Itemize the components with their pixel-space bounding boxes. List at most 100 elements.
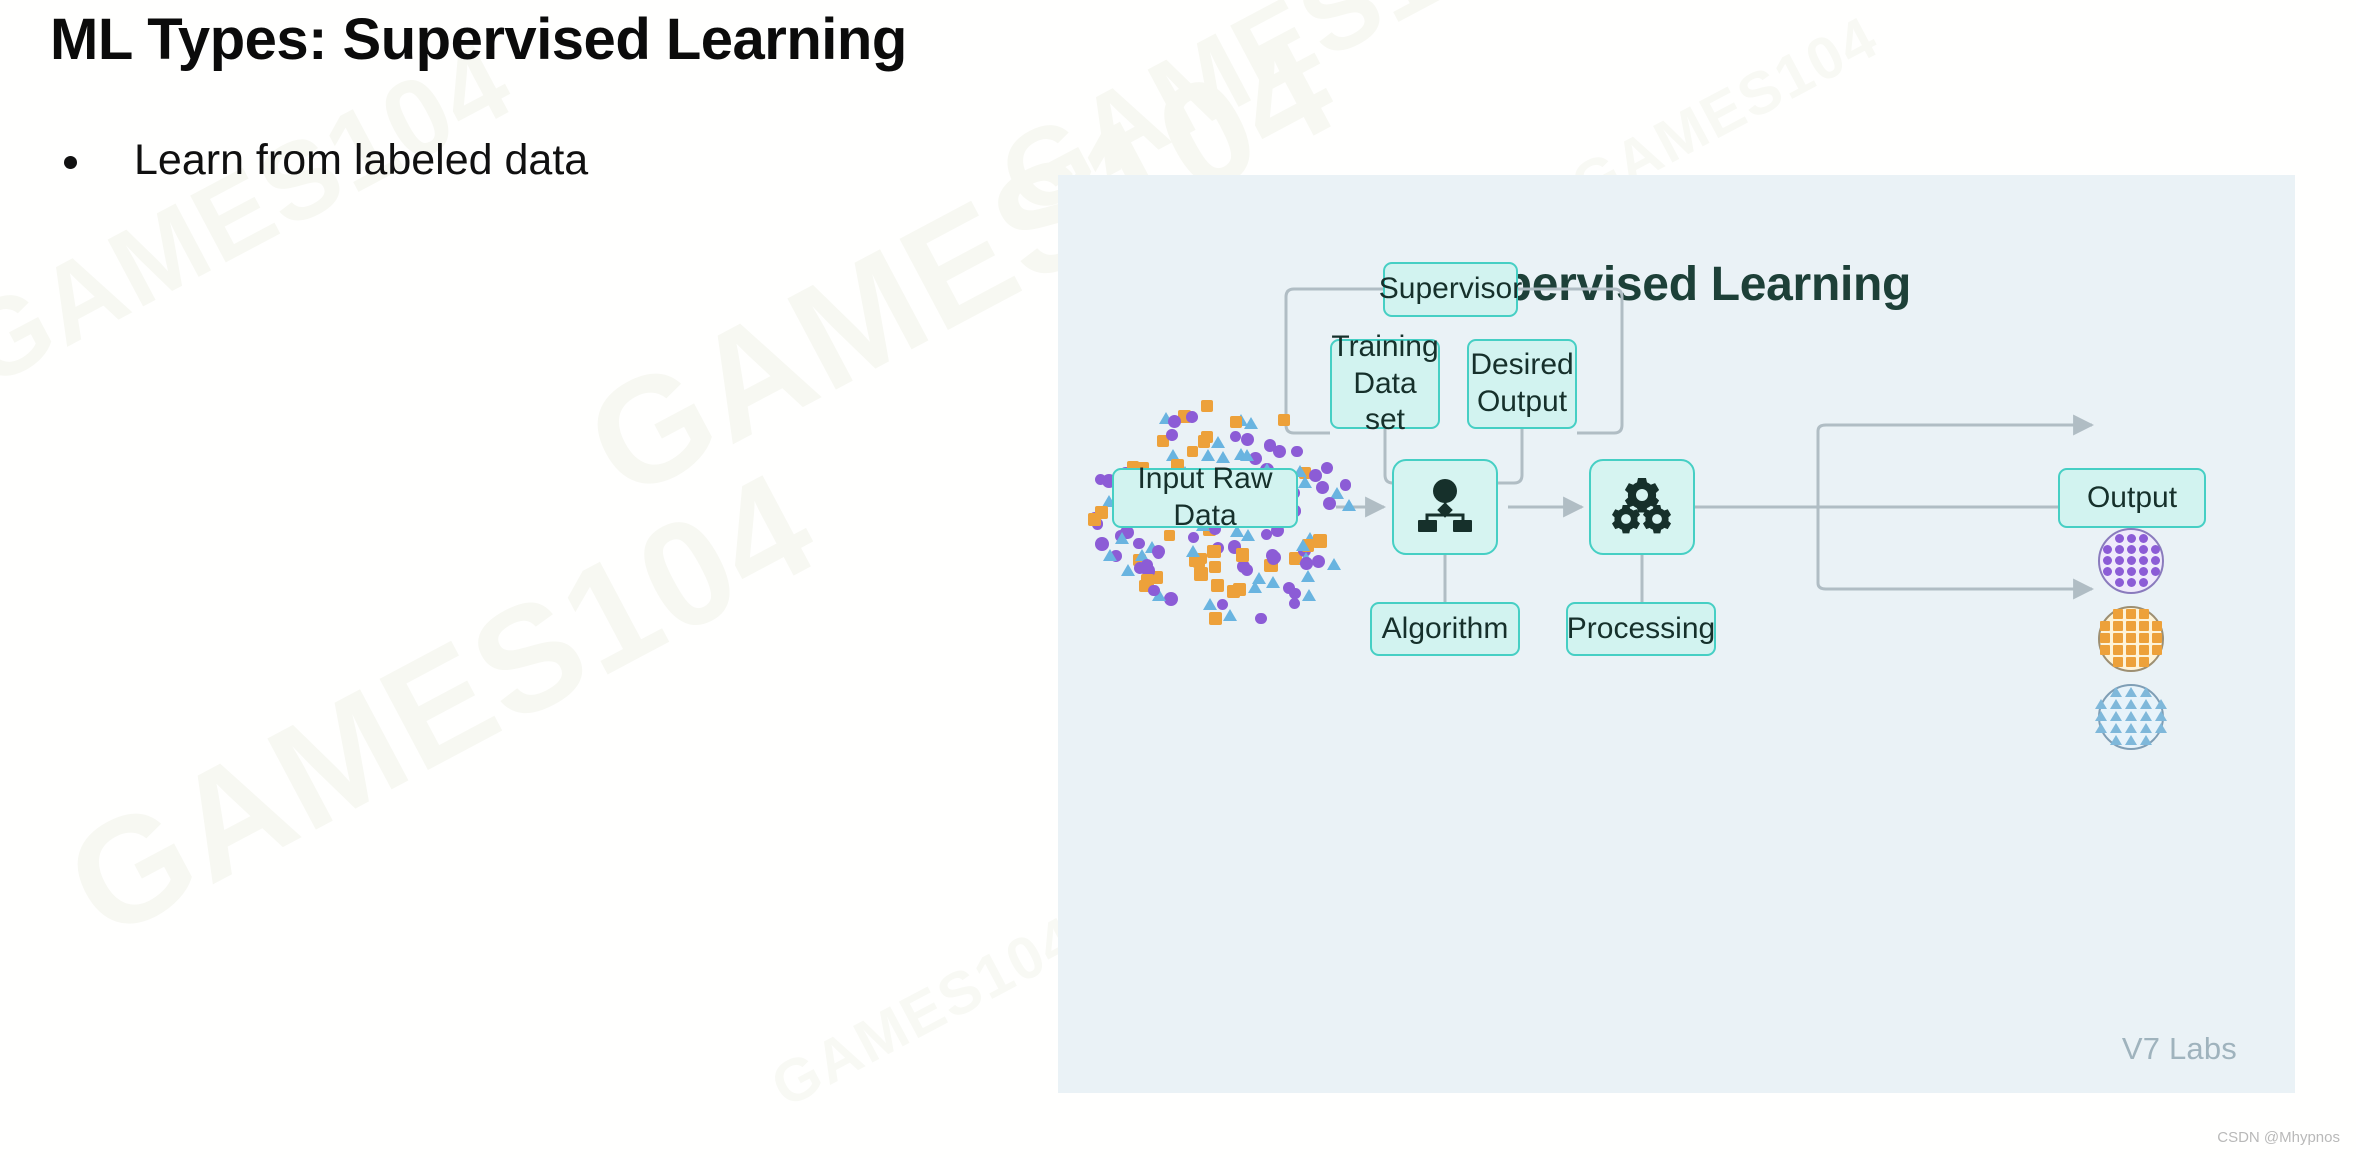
output-shape	[2126, 577, 2136, 587]
output-shape	[2150, 555, 2160, 565]
output-shape	[2100, 645, 2110, 655]
node-label: Input Raw Data	[1137, 462, 1273, 532]
output-shape	[2110, 723, 2122, 733]
scatter-point-triangle	[1185, 545, 1200, 558]
node-input-raw-data[interactable]: Input Raw Data	[1112, 462, 1298, 532]
bullet-dot-icon	[64, 156, 77, 169]
hierarchy-icon	[1418, 479, 1472, 532]
squares-grid	[2100, 609, 2162, 669]
output-shape	[2125, 699, 2137, 709]
node-processing[interactable]: Processing	[1566, 602, 1716, 656]
output-shape	[2139, 633, 2149, 643]
scatter-point-square	[1229, 416, 1243, 429]
node-algorithm[interactable]: Algorithm	[1370, 602, 1520, 656]
shape-row	[2095, 723, 2167, 733]
output-shape	[2126, 566, 2136, 576]
page-title: ML Types: Supervised Learning	[50, 7, 907, 72]
scatter-point-triangle	[1252, 571, 1267, 584]
output-shape	[2100, 621, 2110, 631]
shape-row	[2102, 544, 2160, 554]
output-squares-chip[interactable]	[2098, 606, 2164, 672]
output-shape	[2126, 555, 2136, 565]
scatter-point-square	[1186, 445, 1199, 458]
output-circles-chip[interactable]	[2098, 528, 2164, 594]
output-shape	[2140, 699, 2152, 709]
scatter-point-triangle	[1203, 598, 1218, 611]
scatter-point-square	[1207, 544, 1222, 559]
node-label: Training Data set	[1331, 330, 1439, 437]
output-shape	[2114, 533, 2124, 543]
node-label: Algorithm	[1381, 611, 1509, 645]
output-shape	[2113, 657, 2123, 667]
watermark-text: GAMES104	[760, 903, 1089, 1121]
shape-row	[2110, 687, 2152, 697]
triangles-grid	[2095, 687, 2167, 747]
watermark-text: GAMES104	[40, 438, 841, 971]
node-training-data-set[interactable]: Training Data set	[1330, 330, 1440, 436]
scatter-point-circle	[1320, 462, 1333, 475]
scatter-point-circle	[1164, 592, 1179, 607]
node-supervisor[interactable]: Supervisor	[1379, 262, 1522, 317]
output-shape	[2125, 711, 2137, 721]
output-shape	[2138, 566, 2148, 576]
output-shape	[2139, 645, 2149, 655]
shape-row	[2100, 645, 2162, 655]
slide-canvas: GAMES104 GAMES104 GAMES104 GAMES104 GAME…	[0, 0, 2356, 1158]
output-shape	[2113, 609, 2123, 619]
csdn-watermark: CSDN @Mhypnos	[2217, 1129, 2340, 1146]
output-shape	[2152, 621, 2162, 631]
output-shape	[2113, 645, 2123, 655]
shape-row	[2102, 555, 2160, 565]
scatter-point-circle	[1185, 411, 1198, 424]
scatter-point-triangle	[1239, 449, 1254, 462]
shape-row	[2102, 566, 2160, 576]
node-label: Processing	[1566, 611, 1716, 645]
bullet-list-item: Learn from labeled data	[64, 136, 588, 185]
scatter-point-square	[1200, 400, 1214, 413]
output-shape	[2113, 621, 2123, 631]
output-shape	[2152, 633, 2162, 643]
shape-row	[2114, 577, 2148, 587]
output-shape	[2114, 577, 2124, 587]
output-shape	[2126, 645, 2136, 655]
node-desired-output[interactable]: Desired Output	[1467, 339, 1577, 429]
output-shape	[2095, 699, 2107, 709]
scatter-point-circle	[1254, 612, 1267, 625]
output-shape	[2102, 566, 2112, 576]
scatter-point-square	[1197, 435, 1210, 448]
node-processing-icon[interactable]	[1589, 459, 1695, 555]
output-shape	[2125, 735, 2137, 745]
scatter-point-circle	[1266, 551, 1281, 565]
shape-row	[2113, 657, 2149, 667]
output-shape	[2113, 633, 2123, 643]
output-triangles-chip[interactable]	[2095, 684, 2167, 750]
gears-icon	[1611, 478, 1672, 534]
output-shape	[2102, 544, 2112, 554]
output-shape	[2150, 566, 2160, 576]
scatter-point-triangle	[1341, 499, 1356, 512]
scatter-point-circle	[1152, 545, 1166, 559]
scatter-point-circle	[1240, 432, 1255, 447]
output-shape	[2110, 699, 2122, 709]
node-label: Desired Output	[1470, 348, 1574, 418]
shape-row	[2095, 711, 2167, 721]
node-output[interactable]: Output	[2058, 468, 2206, 528]
output-shape	[2140, 723, 2152, 733]
output-shape	[2126, 609, 2136, 619]
output-shape	[2126, 544, 2136, 554]
scatter-point-circle	[1133, 537, 1145, 550]
scatter-point-triangle	[1295, 538, 1310, 551]
output-shape	[2139, 621, 2149, 631]
output-shape	[2126, 633, 2136, 643]
scatter-point-triangle	[1302, 589, 1317, 602]
node-algorithm-icon[interactable]	[1392, 459, 1498, 555]
scatter-point-square	[1088, 512, 1102, 526]
output-shape	[2152, 645, 2162, 655]
scatter-point-circle	[1216, 598, 1229, 611]
output-shape	[2125, 687, 2137, 697]
output-shape	[2138, 533, 2148, 543]
scatter-point-triangle	[1120, 564, 1135, 577]
scatter-point-triangle	[1327, 557, 1342, 570]
shape-row	[2100, 633, 2162, 643]
output-shape	[2125, 723, 2137, 733]
